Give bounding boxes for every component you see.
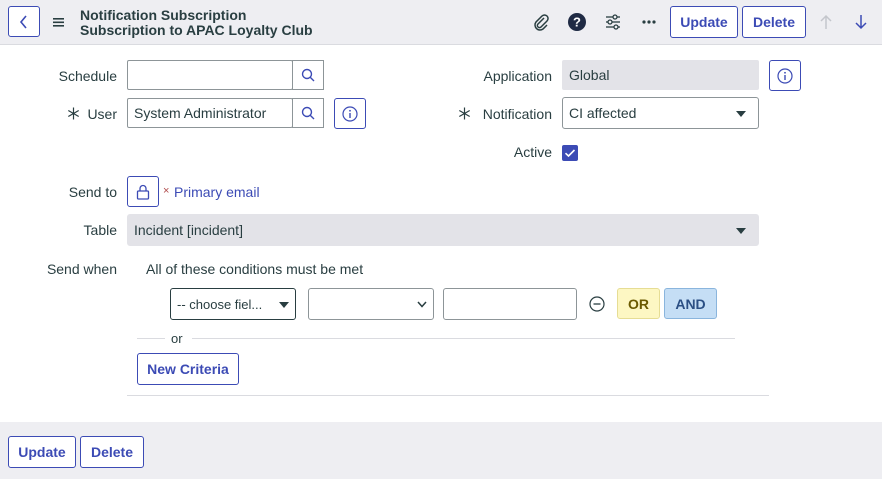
- or-divider-label: or: [171, 331, 183, 346]
- header-update-button[interactable]: Update: [670, 6, 738, 38]
- caret-down-icon: [736, 111, 746, 117]
- and-condition-button[interactable]: AND: [664, 288, 717, 319]
- or-divider-line: [192, 338, 735, 339]
- active-label: Active: [513, 144, 552, 160]
- form-title: Notification Subscription: [80, 7, 247, 23]
- user-label: User: [87, 106, 117, 122]
- sendto-label: Send to: [68, 184, 117, 200]
- sendto-unlock-button[interactable]: [127, 176, 159, 207]
- info-icon: [777, 67, 793, 84]
- info-icon: [342, 105, 358, 122]
- notification-select[interactable]: CI affected: [562, 97, 759, 129]
- user-lookup-button[interactable]: [292, 98, 324, 128]
- conditions-heading: All of these conditions must be met: [146, 261, 364, 277]
- sendwhen-label: Send when: [46, 261, 117, 277]
- choose-field-select[interactable]: -- choose fiel...: [170, 288, 296, 320]
- arrow-down-icon[interactable]: [850, 11, 872, 33]
- schedule-input[interactable]: [127, 60, 293, 90]
- caret-down-icon: [279, 302, 289, 308]
- svg-text:?: ?: [573, 15, 581, 30]
- user-info-button[interactable]: [334, 98, 366, 129]
- help-icon[interactable]: ?: [566, 11, 588, 33]
- lock-icon: [136, 184, 150, 200]
- choose-field-value: -- choose fiel...: [177, 296, 263, 312]
- user-input[interactable]: System Administrator: [127, 98, 293, 128]
- table-value: Incident [incident]: [134, 222, 243, 238]
- arrow-up-icon[interactable]: [815, 11, 837, 33]
- operator-select[interactable]: [308, 288, 434, 320]
- record-subtitle: Subscription to APAC Loyalty Club: [80, 22, 313, 38]
- application-label: Application: [483, 68, 553, 84]
- hamburger-menu-icon[interactable]: [52, 14, 66, 30]
- back-button[interactable]: [8, 6, 40, 37]
- new-criteria-button[interactable]: New Criteria: [137, 353, 239, 385]
- footer-delete-button[interactable]: Delete: [80, 436, 144, 468]
- remove-recipient-icon[interactable]: ×: [163, 185, 169, 197]
- search-icon: [301, 68, 315, 82]
- header-delete-button[interactable]: Delete: [742, 6, 806, 38]
- more-options-icon[interactable]: [638, 11, 660, 33]
- paperclip-icon[interactable]: [530, 11, 552, 33]
- or-condition-button[interactable]: OR: [617, 288, 660, 319]
- footer-update-button[interactable]: Update: [8, 436, 76, 468]
- remove-condition-icon[interactable]: [589, 296, 605, 315]
- primary-email-link[interactable]: Primary email: [174, 184, 260, 200]
- notification-label: Notification: [482, 106, 552, 122]
- chevron-down-icon: [417, 301, 427, 308]
- application-info-button[interactable]: [769, 60, 801, 91]
- notification-value: CI affected: [569, 105, 637, 121]
- schedule-label: Schedule: [58, 68, 117, 84]
- or-divider-line: [137, 338, 165, 339]
- condition-value-input[interactable]: [443, 288, 577, 320]
- table-select[interactable]: Incident [incident]: [127, 214, 759, 246]
- chevron-left-icon: [19, 14, 27, 29]
- checkmark-icon: [564, 149, 576, 158]
- search-icon: [301, 106, 315, 120]
- application-field: Global: [562, 60, 759, 90]
- settings-sliders-icon[interactable]: [602, 11, 624, 33]
- table-label: Table: [83, 222, 117, 238]
- active-checkbox[interactable]: [562, 145, 578, 161]
- schedule-lookup-button[interactable]: [292, 60, 324, 90]
- caret-down-icon: [736, 228, 746, 234]
- section-divider: [127, 395, 769, 396]
